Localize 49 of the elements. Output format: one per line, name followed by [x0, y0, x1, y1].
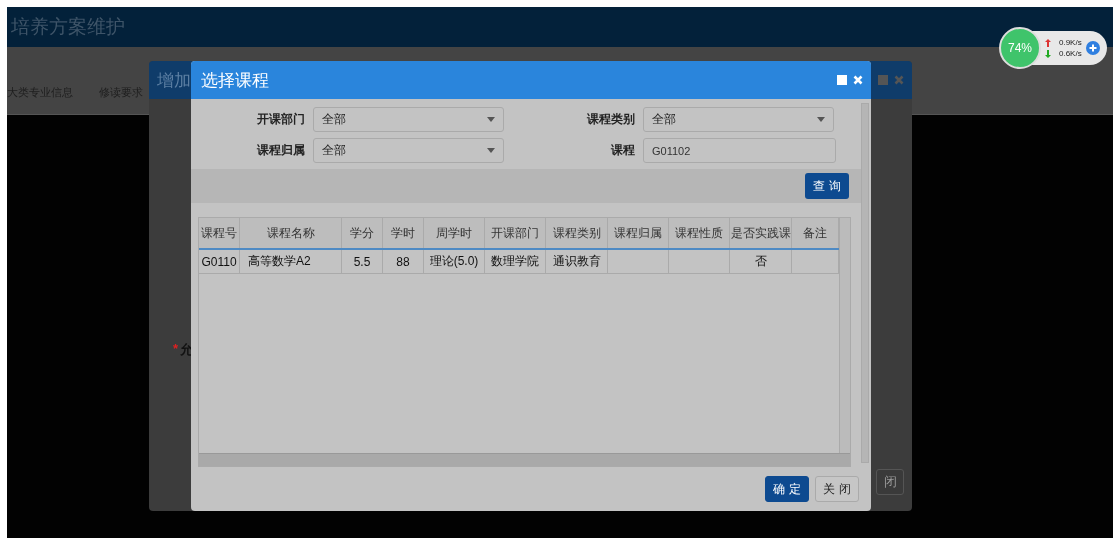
column-header[interactable]: 学时: [383, 218, 424, 248]
caret-icon: [487, 117, 495, 122]
close-icon[interactable]: [894, 75, 904, 85]
download-speed: 0.6K/s: [1059, 49, 1082, 58]
scrollbar[interactable]: [861, 103, 869, 463]
field-label: 课程: [610, 142, 635, 159]
column-header[interactable]: 课程类别: [546, 218, 608, 248]
table-cell: 88: [383, 250, 424, 273]
dropdown[interactable]: 全部: [313, 107, 504, 132]
column-header[interactable]: 周学时: [424, 218, 485, 248]
close-button[interactable]: 关 闭: [815, 476, 859, 502]
required-mark: *: [173, 341, 179, 356]
table-cell: 理论(5.0): [424, 250, 485, 273]
column-header[interactable]: 是否实践课: [730, 218, 792, 248]
upload-speed: 0.9K/s: [1059, 38, 1082, 47]
confirm-button[interactable]: 确 定: [765, 476, 809, 502]
dropdown[interactable]: 全部: [313, 138, 504, 163]
down-arrow-icon: [1045, 49, 1051, 58]
up-arrow-icon: [1045, 38, 1051, 47]
input-field[interactable]: G01102: [643, 138, 836, 163]
page-title: 培养方案维护: [11, 15, 125, 39]
scrollbar[interactable]: [199, 453, 850, 466]
column-header[interactable]: 课程名称: [240, 218, 342, 248]
table-cell: 数理学院: [485, 250, 546, 273]
table-cell: 5.5: [342, 250, 383, 273]
table-cell: 通识教育: [546, 250, 608, 273]
usage-percent: 74%: [1008, 41, 1032, 55]
search-button[interactable]: 查 询: [805, 173, 849, 199]
scrollbar[interactable]: [839, 218, 850, 453]
close-button[interactable]: 闭: [876, 469, 904, 495]
field-label: 课程类别: [586, 111, 635, 128]
maximize-icon[interactable]: [878, 75, 888, 85]
dialog-title: 增加: [157, 69, 191, 92]
column-header[interactable]: 学分: [342, 218, 383, 248]
column-header[interactable]: 课程归属: [608, 218, 669, 248]
column-header[interactable]: 课程性质: [669, 218, 730, 248]
caret-icon: [487, 148, 495, 153]
caret-icon: [817, 117, 825, 122]
table-cell: 高等数学A2: [240, 250, 342, 273]
column-header[interactable]: 开课部门: [485, 218, 546, 248]
dropdown[interactable]: 全部: [643, 107, 834, 132]
table-cell: 否: [730, 250, 792, 273]
field-label: 课程归属: [256, 142, 305, 159]
column-header[interactable]: 课程号: [199, 218, 240, 248]
table-cell: G0110: [199, 250, 240, 273]
dialog-title: 选择课程: [201, 69, 269, 92]
plus-icon[interactable]: [1085, 41, 1100, 55]
field-label: 开课部门: [256, 111, 305, 128]
maximize-icon[interactable]: [837, 75, 847, 85]
